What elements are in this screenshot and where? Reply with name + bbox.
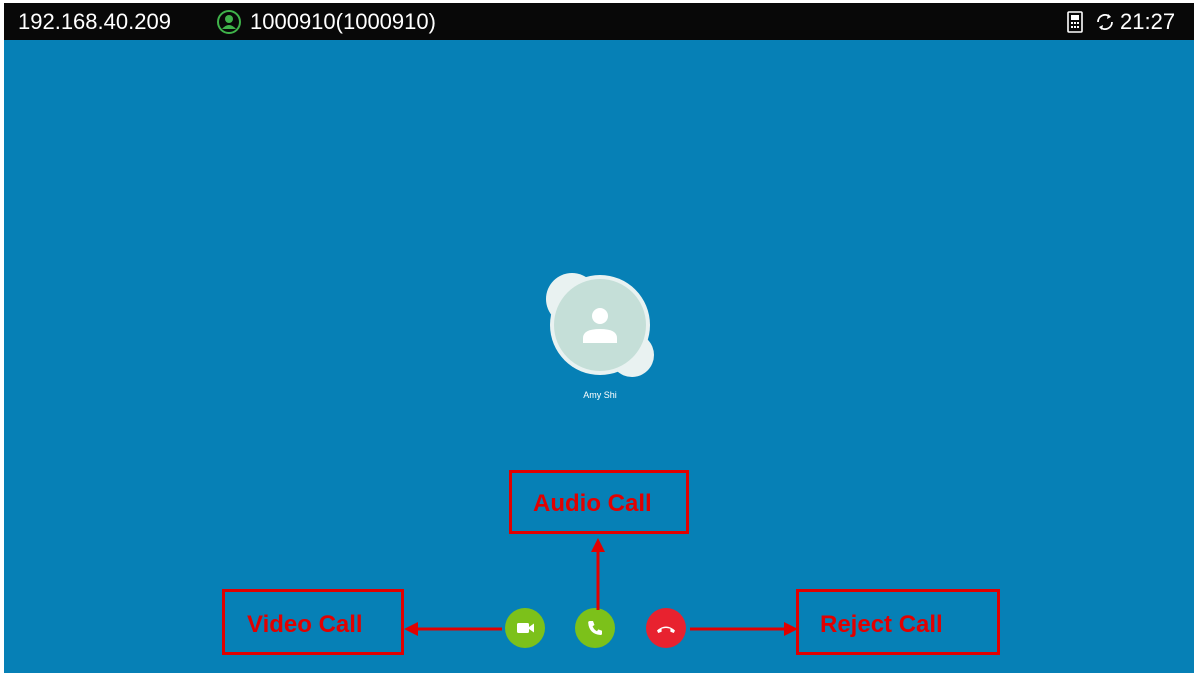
- reject-call-label: Reject Call: [820, 611, 943, 638]
- audio-call-annotation: Audio Call: [509, 470, 689, 534]
- video-call-annotation: Video Call: [222, 589, 404, 655]
- video-call-label: Video Call: [247, 611, 363, 638]
- reject-call-annotation: Reject Call: [796, 589, 1000, 655]
- annotation-arrows: [404, 538, 798, 636]
- audio-call-label: Audio Call: [533, 490, 652, 517]
